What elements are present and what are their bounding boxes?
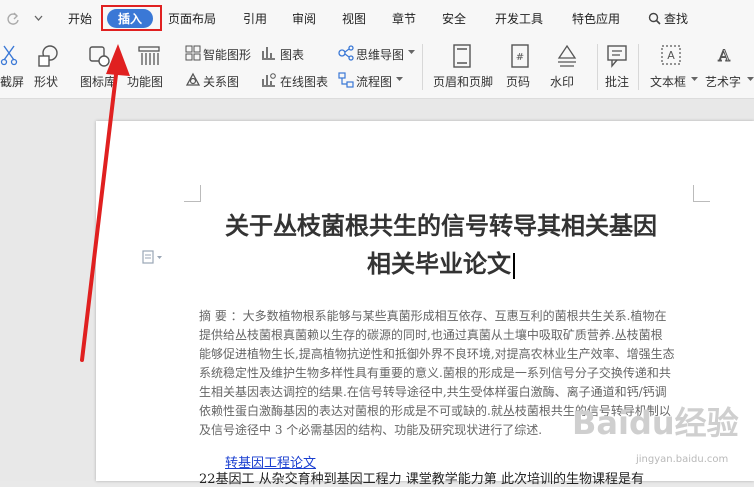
textbox-icon[interactable]: A [660, 44, 682, 68]
flowchart-icon[interactable] [338, 72, 354, 88]
art-text-button[interactable]: 艺术字 [705, 73, 741, 90]
comment-button[interactable]: 批注 [605, 73, 629, 90]
watermark-button[interactable]: 水印 [550, 73, 574, 90]
page-margin-corner [693, 185, 710, 202]
page-number-icon[interactable]: # [510, 44, 530, 68]
online-chart-button[interactable]: 在线图表 [280, 73, 328, 90]
abstract-line: 摘 要 ：大多数植物根系能够与某些真菌形成相互依存、互惠互利的菌根共生关系.植物… [199, 309, 667, 323]
comment-icon[interactable] [606, 44, 628, 68]
flowchart-button[interactable]: 流程图 [356, 73, 392, 90]
svg-text:A: A [667, 49, 675, 62]
abstract-line: 能够促进植物生长,提高植物抗逆性和抵御外界不良环境,对提高农林业生产效率、增强生… [199, 347, 675, 361]
tab-review[interactable]: 审阅 [292, 10, 316, 27]
mind-map-icon[interactable] [338, 45, 354, 61]
chevron-down-icon[interactable] [396, 77, 403, 82]
online-chart-icon[interactable] [261, 72, 276, 87]
ribbon-divider [597, 44, 598, 90]
document-title-line-2: 相关毕业论文 [196, 244, 686, 279]
smart-art-button[interactable]: 智能图形 [203, 46, 251, 63]
tab-chapter[interactable]: 章节 [392, 10, 416, 27]
tab-find[interactable]: 查找 [664, 10, 688, 27]
screenshot-label[interactable]: 截屏 [0, 73, 24, 90]
document-outline-icon[interactable] [141, 250, 163, 264]
page-number-button[interactable]: 页码 [506, 73, 530, 90]
baidu-watermark: Baidu经验 [572, 404, 739, 442]
page-margin-corner [184, 185, 201, 202]
title-line-2-text: 相关毕业论文 [367, 249, 511, 278]
shape-icon[interactable] [36, 44, 60, 68]
chevron-down-icon[interactable] [747, 77, 754, 82]
watermark-url: jingyan.baidu.com [636, 454, 729, 465]
chart-button[interactable]: 图表 [280, 46, 304, 63]
document-title-line-1: 关于丛枝菌根共生的信号转导其相关基因 [225, 211, 657, 240]
watermark-icon[interactable] [556, 44, 578, 68]
header-footer-button[interactable]: 页眉和页脚 [433, 73, 493, 90]
ribbon-divider [638, 44, 639, 90]
svg-text:#: # [516, 52, 524, 63]
redo-icon[interactable] [6, 12, 20, 26]
tab-view[interactable]: 视图 [342, 10, 366, 27]
tab-references[interactable]: 引用 [243, 10, 267, 27]
ribbon-divider [422, 44, 423, 90]
textbox-button[interactable]: 文本框 [650, 73, 686, 90]
search-icon[interactable] [648, 12, 661, 25]
annotation-highlight-box [101, 5, 162, 31]
abstract-line: 系统稳定性及维护生物多样性具有重要的意义.菌根的形成是一系列信号分子交换传递和共 [199, 366, 671, 380]
chevron-down-icon[interactable] [691, 77, 698, 82]
abstract-line: 及信号途径中 3 个必需基因的结构、功能及研究现状进行了综述. [199, 423, 543, 437]
relation-chart-icon[interactable] [185, 72, 201, 88]
tab-security[interactable]: 安全 [442, 10, 466, 27]
tab-developer[interactable]: 开发工具 [495, 10, 543, 27]
screenshot-icon[interactable] [0, 44, 20, 66]
body-text-line: 22基因工 从杂交育种到基因工程力 课堂教学能力第 此次培训的生物课程是有 [199, 472, 644, 487]
tab-start[interactable]: 开始 [68, 10, 92, 27]
text-cursor [513, 252, 515, 279]
svg-text:A: A [717, 46, 730, 65]
mind-map-button[interactable]: 思维导图 [356, 46, 404, 63]
relation-chart-button[interactable]: 关系图 [203, 73, 239, 90]
annotation-arrow [80, 44, 130, 362]
shape-button[interactable]: 形状 [34, 73, 58, 90]
smart-art-icon[interactable] [185, 45, 201, 61]
art-text-icon[interactable]: A [713, 44, 735, 68]
header-footer-icon[interactable] [452, 44, 472, 68]
chevron-down-icon[interactable] [408, 50, 415, 55]
tab-page-layout[interactable]: 页面布局 [168, 10, 216, 27]
tab-features[interactable]: 特色应用 [572, 10, 620, 27]
function-chart-icon[interactable] [137, 44, 161, 68]
chevron-down-icon[interactable] [34, 15, 43, 22]
chart-icon[interactable] [261, 45, 276, 60]
abstract-line: 提供给丛枝菌根真菌赖以生存的碳源的同时,也通过真菌从土壤中吸取矿质营养.丛枝菌根 [199, 328, 663, 342]
